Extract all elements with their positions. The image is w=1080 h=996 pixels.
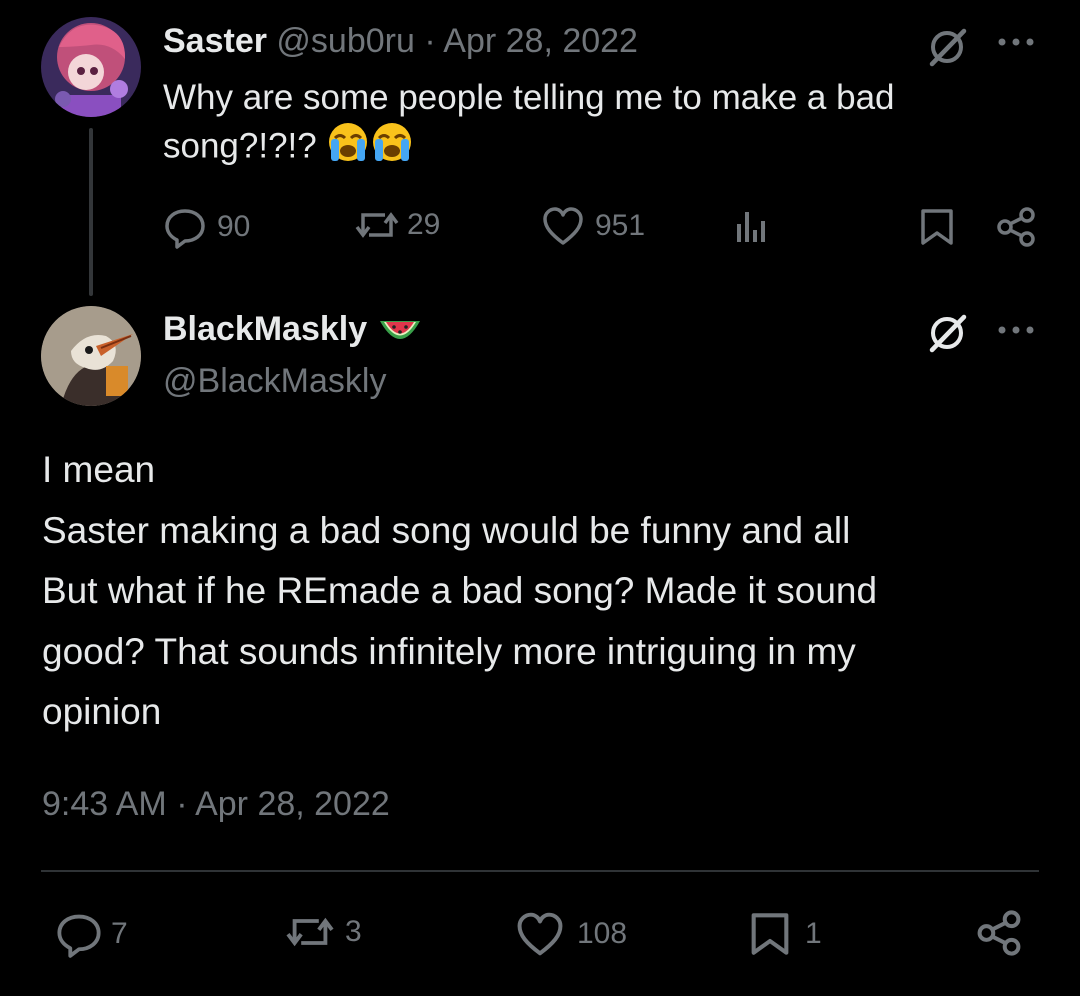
reply-icon (55, 910, 103, 958)
main-reply-button[interactable]: 7 (55, 910, 128, 958)
like-icon (541, 205, 585, 247)
main-reply-count: 7 (111, 917, 128, 950)
parent-like-count: 951 (595, 209, 646, 242)
grok-icon[interactable] (924, 24, 970, 70)
reply-icon (163, 205, 207, 249)
main-text-line: opinion (42, 691, 162, 732)
grok-icon[interactable] (924, 310, 970, 356)
thread-line (89, 128, 93, 296)
parent-tweet-text: Why are some people telling me to make a… (163, 75, 963, 175)
main-text-line: But what if he REmade a bad song? Made i… (42, 570, 878, 611)
more-icon[interactable] (994, 318, 1038, 342)
parent-reply-button[interactable]: 90 (163, 205, 250, 249)
avatar-blackmaskly[interactable] (41, 306, 141, 406)
like-icon (515, 910, 565, 958)
parent-text-content: Why are some people telling me to make a… (163, 78, 895, 166)
main-bookmark-button[interactable]: 1 (749, 910, 822, 958)
main-like-button[interactable]: 108 (515, 910, 627, 958)
loudly-crying-face-icon (370, 121, 414, 175)
bookmark-icon (749, 910, 791, 958)
parent-handle[interactable]: @sub0ru (276, 22, 414, 60)
repost-icon (283, 910, 337, 954)
views-icon[interactable] (731, 205, 771, 247)
parent-header: Saster @sub0ru · Apr 28, 2022 (163, 22, 638, 61)
main-like-count: 108 (577, 917, 628, 950)
share-icon[interactable] (994, 205, 1038, 249)
parent-date[interactable]: Apr 28, 2022 (443, 22, 638, 60)
share-icon[interactable] (974, 908, 1024, 958)
bookmark-icon[interactable] (917, 205, 957, 249)
main-timestamp[interactable]: 9:43 AM · Apr 28, 2022 (42, 785, 390, 824)
main-display-name[interactable]: BlackMaskly (163, 310, 367, 348)
parent-repost-count: 29 (407, 208, 441, 241)
more-icon[interactable] (994, 30, 1038, 54)
avatar-saster[interactable] (41, 17, 141, 117)
loudly-crying-face-icon (326, 121, 370, 175)
main-handle[interactable]: @BlackMaskly (163, 362, 386, 401)
main-text-line: Saster making a bad song would be funny … (42, 509, 851, 551)
main-repost-count: 3 (345, 915, 362, 948)
parent-repost-button[interactable]: 29 (353, 205, 440, 245)
parent-reply-count: 90 (217, 210, 251, 243)
watermelon-icon (378, 317, 422, 354)
main-text-line: I mean (42, 449, 156, 490)
parent-display-name[interactable]: Saster (163, 22, 267, 60)
main-bookmark-count: 1 (805, 917, 822, 950)
divider (41, 870, 1039, 872)
parent-like-button[interactable]: 951 (541, 205, 645, 247)
main-repost-button[interactable]: 3 (283, 910, 362, 954)
main-header: BlackMaskly (163, 310, 422, 354)
main-tweet-text: I mean Saster making a bad song would be… (42, 440, 1042, 743)
main-text-line: good? That sounds infinitely more intrig… (42, 630, 856, 672)
parent-separator: · (424, 22, 436, 60)
repost-icon (353, 205, 401, 245)
